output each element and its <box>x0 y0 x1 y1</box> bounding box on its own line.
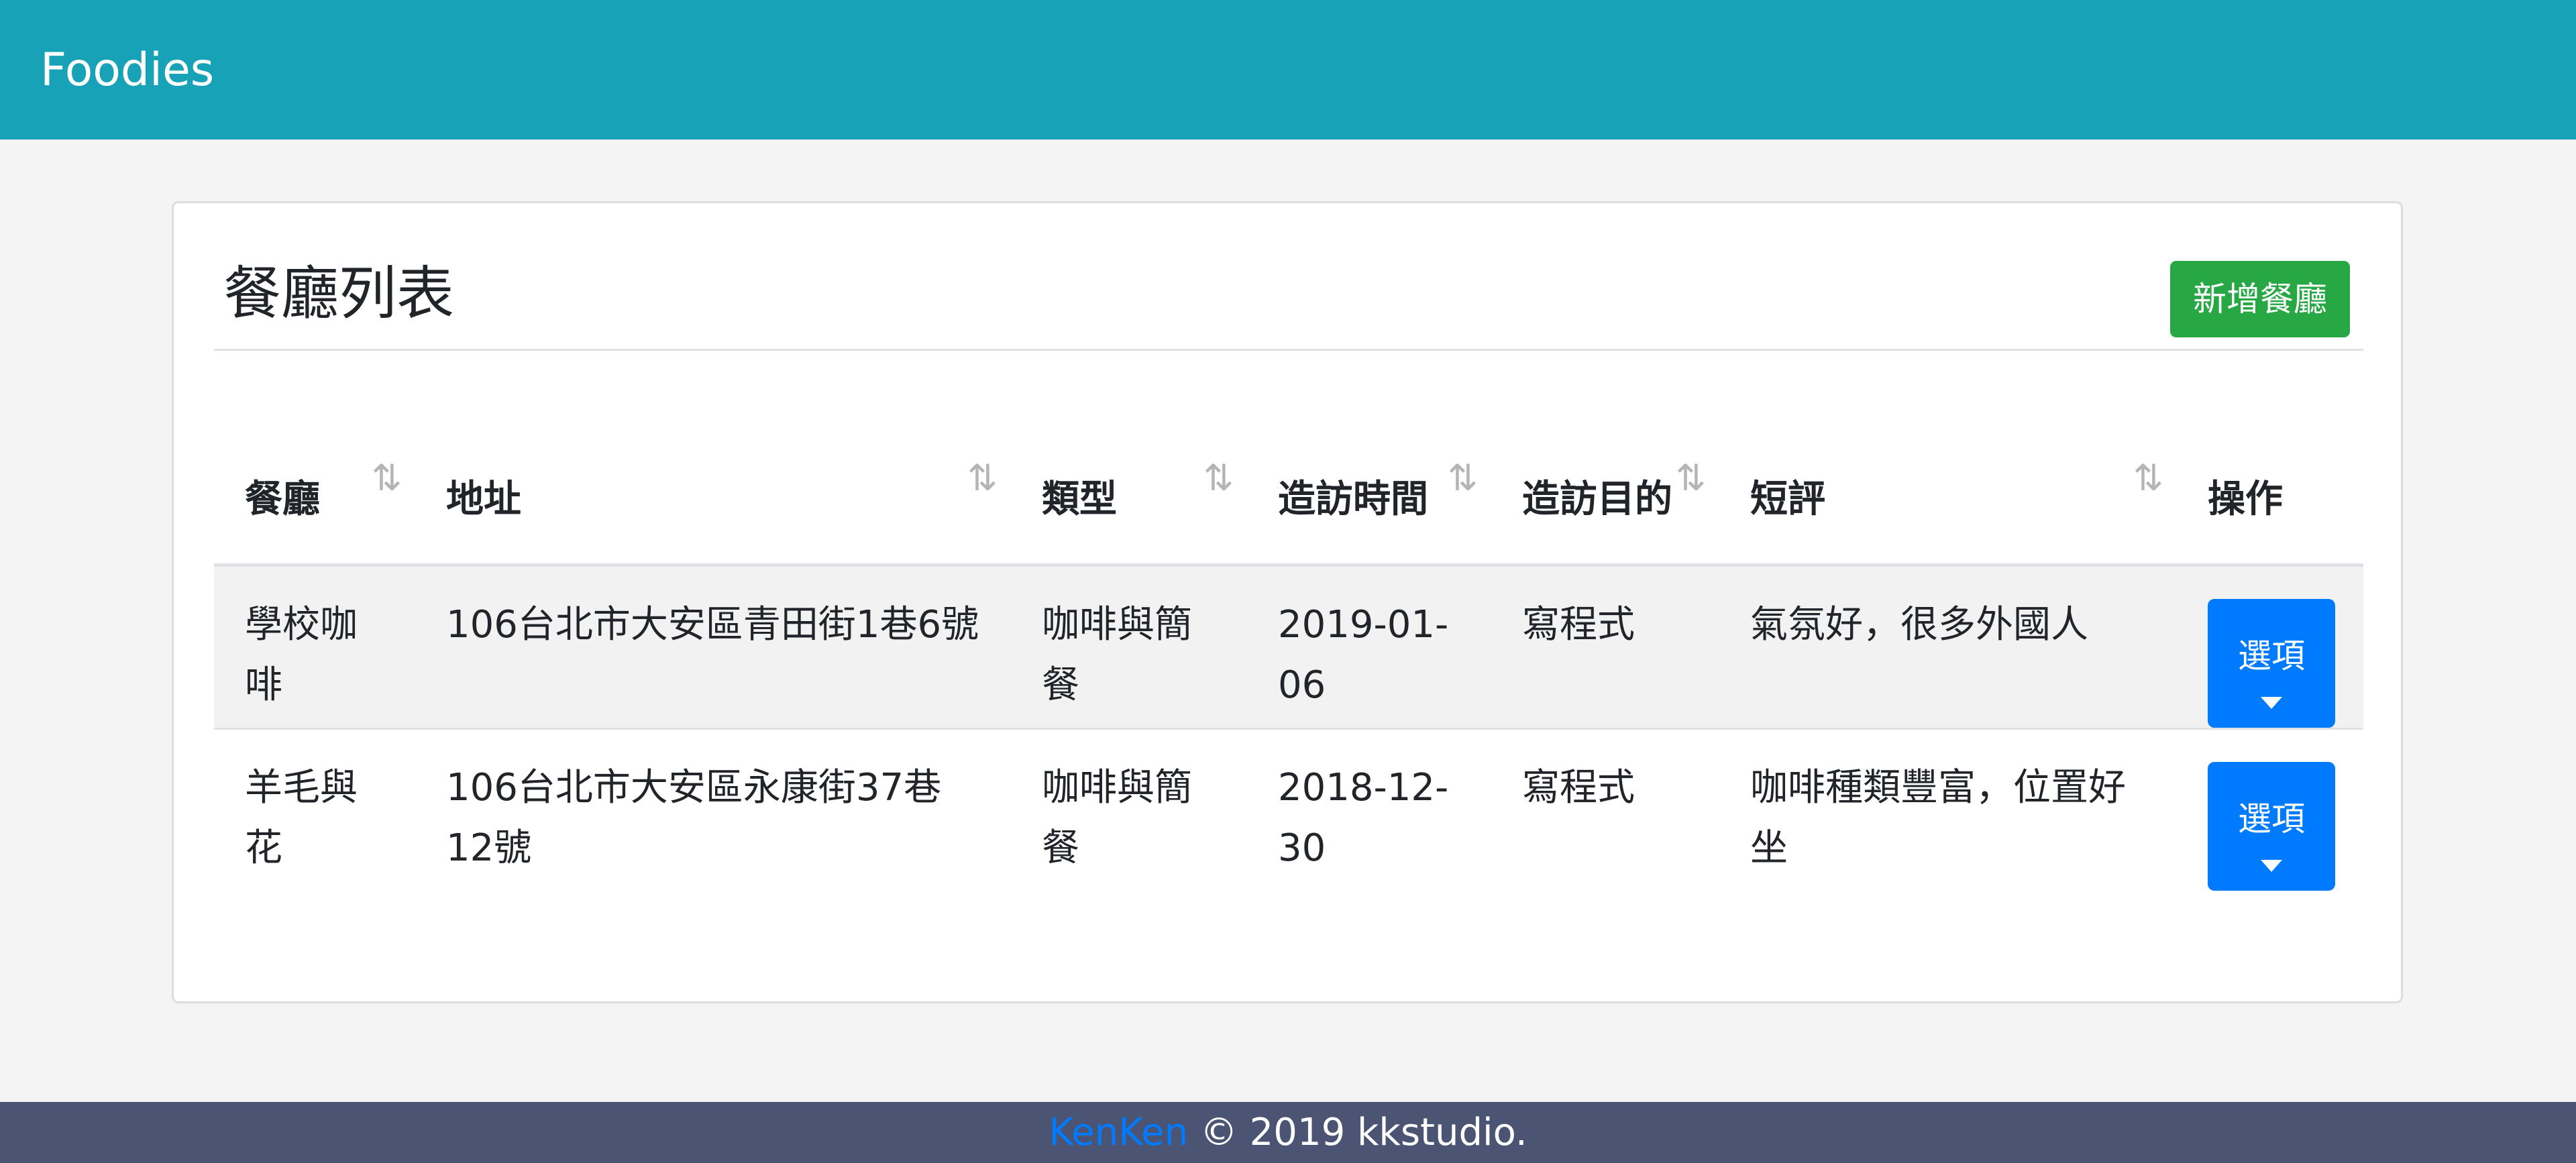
visit-date-cell: 2018-12-30 <box>1247 728 1491 891</box>
sort-icon[interactable]: ⇅ <box>1676 448 1706 508</box>
options-dropdown-button[interactable]: 選項 <box>2208 599 2335 728</box>
column-header-type[interactable]: 類型 ⇅ <box>1011 349 1247 567</box>
options-button-label: 選項 <box>2238 799 2305 838</box>
caret-down-icon <box>2261 697 2282 709</box>
sort-icon[interactable]: ⇅ <box>372 448 402 508</box>
table-header-row: 餐廳 ⇅ 地址 ⇅ 類型 ⇅ 造訪時間 ⇅ 造訪目的 ⇅ 短評 ⇅ 操作 <box>214 349 2363 567</box>
copyright-text: © 2019 kkstudio. <box>1188 1111 1527 1154</box>
brand-logo[interactable]: Foodies <box>40 40 214 101</box>
page-footer: KenKen © 2019 kkstudio. <box>0 1102 2576 1163</box>
address-cell: 106台北市大安區青田街1巷6號 <box>415 564 1011 729</box>
add-restaurant-button[interactable]: 新增餐廳 <box>2170 261 2350 337</box>
column-header-visit-date[interactable]: 造訪時間 ⇅ <box>1247 349 1491 567</box>
author-link[interactable]: KenKen <box>1049 1111 1188 1154</box>
visit-date-cell: 2019-01-06 <box>1247 564 1491 729</box>
table-row: 羊毛與花 106台北市大安區永康街37巷12號 咖啡與簡餐 2018-12-30… <box>214 728 2363 891</box>
review-cell: 氣氛好，很多外國人 <box>1719 564 2177 729</box>
column-header-label: 造訪時間 <box>1278 478 1428 521</box>
purpose-cell: 寫程式 <box>1491 728 1719 891</box>
type-cell: 咖啡與簡餐 <box>1011 564 1247 729</box>
purpose-cell: 寫程式 <box>1491 564 1719 729</box>
options-button-label: 選項 <box>2238 636 2305 675</box>
column-header-label: 餐廳 <box>245 478 320 521</box>
column-header-actions: 操作 <box>2177 349 2363 567</box>
column-header-review[interactable]: 短評 ⇅ <box>1719 349 2177 567</box>
address-cell: 106台北市大安區永康街37巷12號 <box>415 728 1011 891</box>
sort-icon[interactable]: ⇅ <box>2133 448 2163 508</box>
restaurant-table: 餐廳 ⇅ 地址 ⇅ 類型 ⇅ 造訪時間 ⇅ 造訪目的 ⇅ 短評 ⇅ 操作 學校咖… <box>214 349 2363 891</box>
sort-icon[interactable]: ⇅ <box>1203 448 1234 508</box>
card-header: 餐廳列表 新增餐廳 <box>214 203 2363 351</box>
table-row: 學校咖啡 106台北市大安區青田街1巷6號 咖啡與簡餐 2019-01-06 寫… <box>214 564 2363 729</box>
column-header-label: 短評 <box>1750 478 1825 521</box>
actions-cell: 選項 <box>2177 564 2363 729</box>
column-header-label: 類型 <box>1042 478 1117 521</box>
column-header-name[interactable]: 餐廳 ⇅ <box>214 349 415 567</box>
actions-cell: 選項 <box>2177 728 2363 891</box>
page-title: 餐廳列表 <box>223 260 454 327</box>
restaurant-name-cell: 羊毛與花 <box>214 728 415 891</box>
column-header-label: 造訪目的 <box>1522 478 1672 521</box>
column-header-address[interactable]: 地址 ⇅ <box>415 349 1011 567</box>
sort-icon[interactable]: ⇅ <box>1448 448 1478 508</box>
column-header-label: 地址 <box>446 478 521 521</box>
top-navbar: Foodies <box>0 0 2576 140</box>
restaurant-list-card: 餐廳列表 新增餐廳 餐廳 ⇅ 地址 ⇅ 類型 ⇅ 造訪時間 ⇅ 造訪目的 ⇅ 短… <box>172 201 2403 1003</box>
options-dropdown-button[interactable]: 選項 <box>2208 762 2335 891</box>
review-cell: 咖啡種類豐富，位置好坐 <box>1719 728 2177 891</box>
type-cell: 咖啡與簡餐 <box>1011 728 1247 891</box>
caret-down-icon <box>2261 860 2282 872</box>
restaurant-name-cell: 學校咖啡 <box>214 564 415 729</box>
column-header-label: 操作 <box>2208 478 2283 521</box>
sort-icon[interactable]: ⇅ <box>967 448 998 508</box>
column-header-purpose[interactable]: 造訪目的 ⇅ <box>1491 349 1719 567</box>
